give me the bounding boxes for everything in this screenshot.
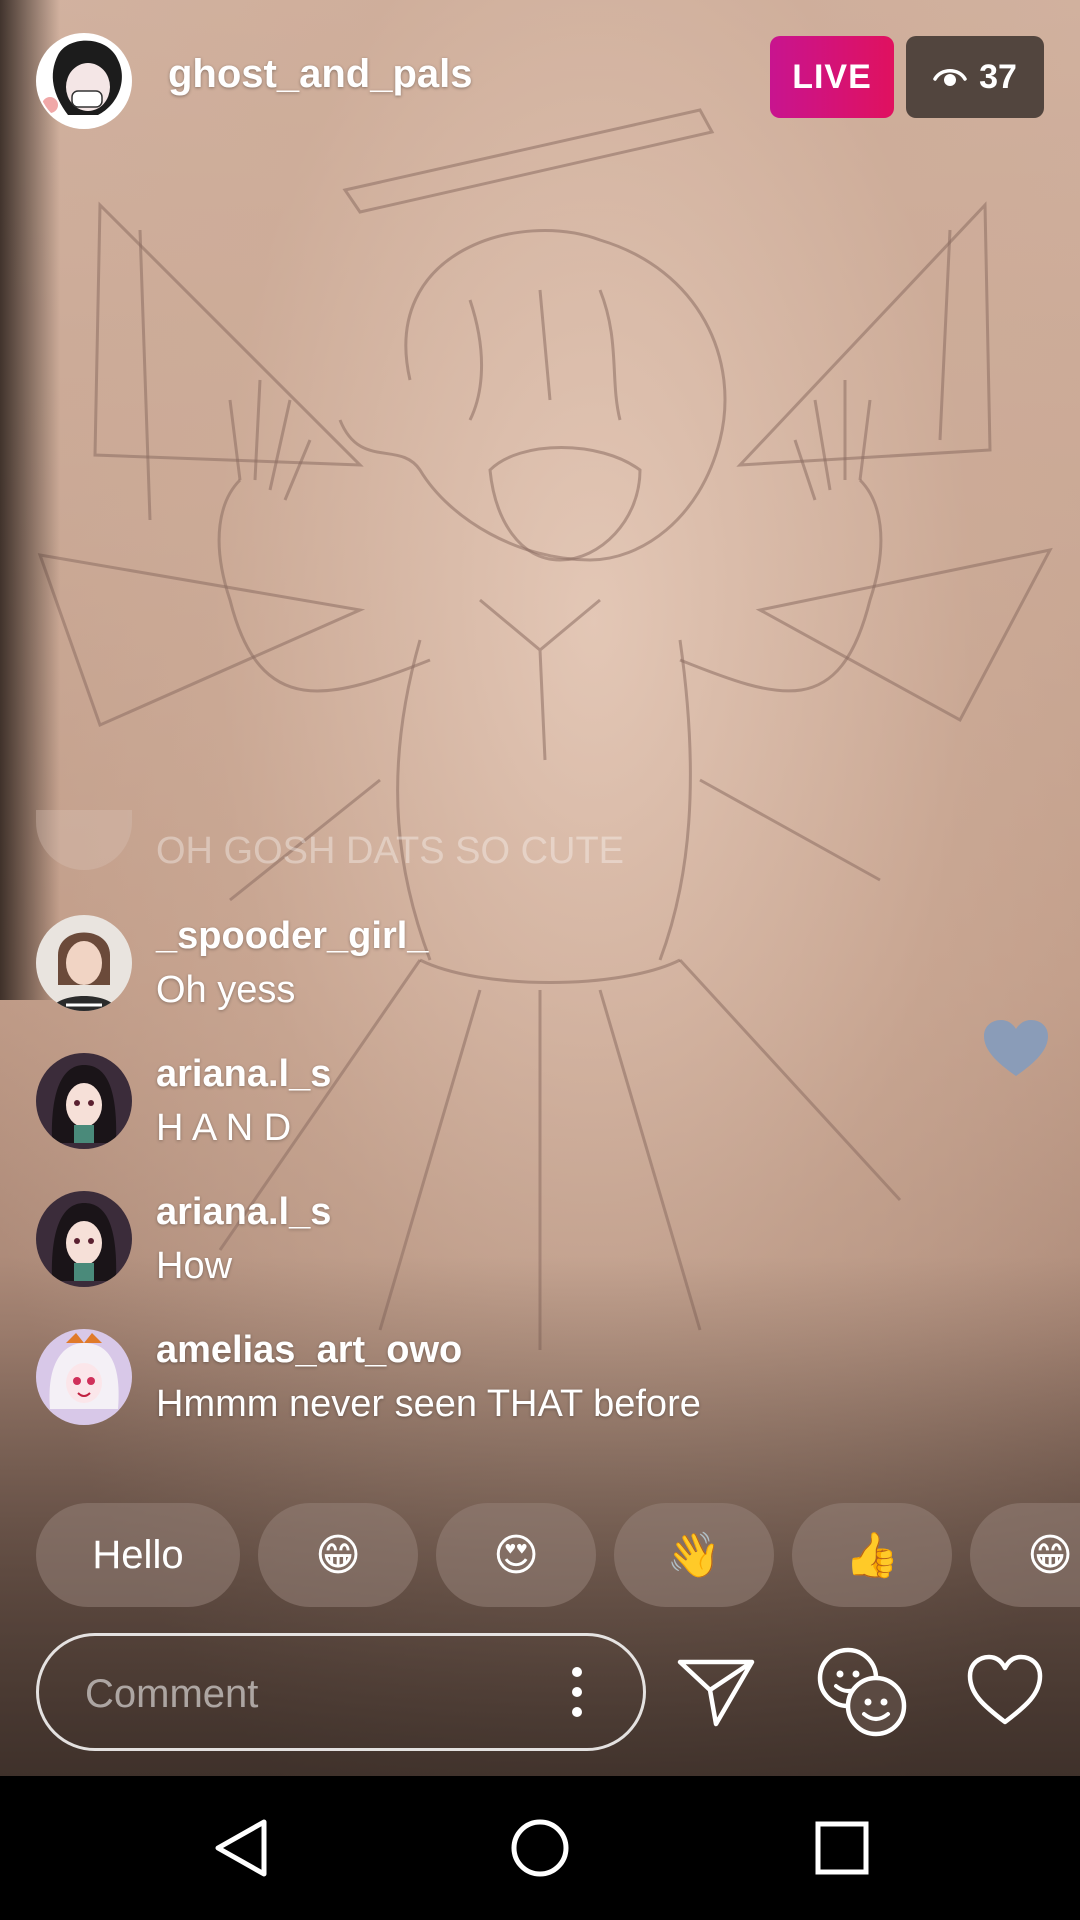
navigation-bar — [0, 1776, 1080, 1920]
comment-input[interactable]: Comment — [36, 1633, 646, 1751]
quick-reaction-heart-eyes[interactable]: 😍 — [436, 1503, 596, 1607]
viewer-count: 37 — [979, 57, 1017, 96]
comment-username[interactable]: ariana.l_s — [156, 1053, 331, 1096]
viewer-count-badge[interactable]: 37 — [906, 36, 1044, 118]
avatar-image — [36, 915, 132, 1011]
back-triangle-icon[interactable] — [210, 1816, 274, 1880]
comment-avatar[interactable] — [36, 1329, 132, 1425]
quick-reactions-row: Hello 😁 😍 👋 👍 😁 — [36, 1503, 1080, 1607]
more-vertical-icon[interactable] — [571, 1666, 583, 1718]
faded-comment: OH GOSH DATS SO CUTE — [36, 810, 936, 880]
comment-avatar[interactable] — [36, 1191, 132, 1287]
avatar-image — [36, 1329, 132, 1425]
avatar-image — [36, 1053, 132, 1149]
recents-square-icon[interactable] — [812, 1818, 872, 1878]
comment-avatar[interactable] — [36, 1053, 132, 1149]
comment-text: Hmmm never seen THAT before — [156, 1383, 701, 1425]
heart-eyes-emoji: 😍 — [493, 1530, 539, 1580]
comment-username[interactable]: ariana.l_s — [156, 1191, 331, 1234]
host-avatar-image — [38, 35, 130, 127]
thumbs-up-emoji: 👍 — [844, 1531, 900, 1580]
heart-outline-icon[interactable] — [966, 1652, 1044, 1730]
avatar-image — [36, 1191, 132, 1287]
comment-item[interactable]: ariana.l_s H A N D — [36, 1053, 936, 1153]
live-stream-screen: ghost_and_pals LIVE 37 OH GOSH DATS SO C… — [0, 0, 1080, 1920]
grin-emoji: 😁 — [315, 1530, 361, 1580]
comment-text: Oh yess — [156, 969, 296, 1011]
wave-emoji: 👋 — [666, 1531, 722, 1580]
comment-username[interactable]: _spooder_girl_ — [156, 915, 428, 958]
quick-reaction-wave[interactable]: 👋 — [614, 1503, 774, 1607]
comment-text: OH GOSH DATS SO CUTE — [156, 830, 625, 872]
comment-avatar[interactable] — [36, 915, 132, 1011]
faces-icon[interactable] — [814, 1644, 910, 1740]
comment-username[interactable]: amelias_art_owo — [156, 1329, 462, 1372]
comment-placeholder: Comment — [85, 1672, 259, 1716]
send-icon[interactable] — [676, 1650, 756, 1730]
comment-avatar — [36, 810, 132, 870]
comment-text: How — [156, 1245, 233, 1287]
host-avatar[interactable] — [36, 33, 132, 129]
grin-emoji: 😁 — [1027, 1530, 1073, 1580]
comment-text: H A N D — [156, 1107, 292, 1149]
comment-item[interactable]: _spooder_girl_ Oh yess — [36, 915, 936, 1015]
floating-heart-icon — [984, 1020, 1048, 1076]
quick-reaction-grin[interactable]: 😁 — [258, 1503, 418, 1607]
live-badge: LIVE — [770, 36, 894, 118]
quick-reaction-thumbs-up[interactable]: 👍 — [792, 1503, 952, 1607]
comment-item[interactable]: amelias_art_owo Hmmm never seen THAT bef… — [36, 1329, 936, 1429]
home-circle-icon[interactable] — [508, 1816, 572, 1880]
comment-item[interactable]: ariana.l_s How — [36, 1191, 936, 1291]
quick-reaction-grin-2[interactable]: 😁 — [970, 1503, 1080, 1607]
host-username[interactable]: ghost_and_pals — [168, 52, 473, 97]
quick-reaction-hello[interactable]: Hello — [36, 1503, 240, 1607]
eye-icon — [933, 69, 967, 86]
